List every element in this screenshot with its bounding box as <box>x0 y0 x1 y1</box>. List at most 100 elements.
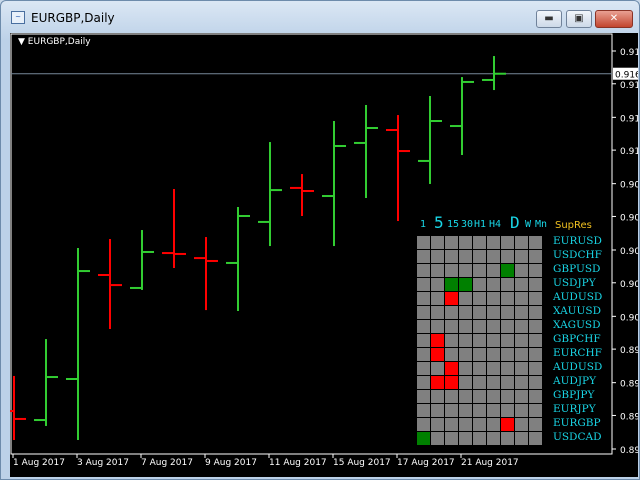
timeframe-header-d: D <box>510 213 520 232</box>
dropdown-triangle-icon: ▼ <box>18 37 28 47</box>
signal-cell <box>417 264 430 277</box>
signal-cell <box>431 278 444 291</box>
signal-cell <box>515 376 528 389</box>
signal-cell <box>515 334 528 347</box>
signal-cell <box>459 404 472 417</box>
signal-cell <box>487 320 500 333</box>
signal-cell <box>515 362 528 375</box>
ohlc-bar <box>418 95 442 184</box>
signal-cell <box>515 292 528 305</box>
timeframe-header-5: 5 <box>434 213 444 232</box>
signal-cell <box>501 306 514 319</box>
signal-cell <box>459 390 472 403</box>
signal-cell <box>529 306 542 319</box>
pair-label: XAUUSD <box>553 305 601 317</box>
signal-cell <box>417 348 430 361</box>
ohlc-bar <box>226 206 250 311</box>
signal-cell <box>529 376 542 389</box>
signal-cell <box>459 236 472 249</box>
signal-cell <box>473 292 486 305</box>
date-label: 9 Aug 2017 <box>205 458 257 468</box>
signal-cell <box>445 250 458 263</box>
signal-cell <box>529 390 542 403</box>
timeframe-header-15: 15 <box>447 219 460 230</box>
pair-label: EURUSD <box>553 235 602 247</box>
signal-cell <box>529 250 542 263</box>
pair-label: USDJPY <box>553 277 596 289</box>
signal-cell <box>473 264 486 277</box>
signal-cell <box>529 264 542 277</box>
signal-cell <box>487 334 500 347</box>
signal-cell <box>501 390 514 403</box>
pair-label: GBPJPY <box>553 389 595 401</box>
signal-cell <box>515 236 528 249</box>
price-tick-label: 0.90025 <box>620 313 638 323</box>
signal-cell <box>487 236 500 249</box>
chart-window-icon: ~ <box>11 11 25 24</box>
signal-cell <box>431 362 444 375</box>
signal-cell <box>473 432 486 445</box>
signal-cell <box>501 292 514 305</box>
signal-cell <box>431 390 444 403</box>
signal-cell <box>515 278 528 291</box>
price-tick-label: 0.89810 <box>620 346 638 356</box>
price-chart[interactable]: 0.91765 0.91550 0.91330 0.91115 0.90895 0.906… <box>10 33 638 477</box>
price-tick-label: 0.90895 <box>620 181 638 191</box>
price-tick-label: 0.91765 <box>620 48 638 58</box>
price-tick-label: 0.89155 <box>620 446 638 456</box>
signal-cell <box>487 306 500 319</box>
ohlc-bar <box>162 189 186 268</box>
pair-label: GBPCHF <box>553 333 601 345</box>
date-label: 3 Aug 2017 <box>77 458 129 468</box>
close-button[interactable]: ✕ <box>595 10 633 28</box>
signal-cell <box>431 264 444 277</box>
signal-cell <box>417 376 430 389</box>
chart-symbol-label[interactable]: ▼ EURGBP,Daily <box>18 37 91 47</box>
signal-cell <box>501 264 514 277</box>
signal-cell <box>487 404 500 417</box>
signal-cell <box>501 376 514 389</box>
date-label: 21 Aug 2017 <box>461 458 519 468</box>
date-label: 15 Aug 2017 <box>333 458 391 468</box>
ohlc-bar <box>354 104 378 199</box>
signal-cell <box>445 320 458 333</box>
signal-cell <box>459 432 472 445</box>
signal-cell <box>529 404 542 417</box>
signal-cell <box>515 250 528 263</box>
signal-cell <box>431 418 444 431</box>
signal-cell <box>515 306 528 319</box>
signal-cell <box>417 362 430 375</box>
signal-cell <box>431 376 444 389</box>
signal-cell <box>487 432 500 445</box>
minimize-button[interactable]: ▬ <box>536 10 562 28</box>
signal-cell <box>445 334 458 347</box>
signal-cell <box>431 292 444 305</box>
timeframe-header-h1: H1 <box>474 219 487 230</box>
signal-cell <box>459 306 472 319</box>
ohlc-bar <box>34 339 58 426</box>
signal-cell <box>445 376 458 389</box>
pair-label: USDCAD <box>553 431 602 443</box>
signal-cell <box>459 292 472 305</box>
signal-cell <box>515 264 528 277</box>
signal-cell <box>487 362 500 375</box>
signal-cell <box>529 432 542 445</box>
timeframe-header-mn: Mn <box>535 219 548 230</box>
signal-cell <box>459 320 472 333</box>
signal-cell <box>459 278 472 291</box>
signal-cell <box>529 348 542 361</box>
signal-cell <box>417 432 430 445</box>
signal-cell <box>417 306 430 319</box>
title-bar[interactable]: ~ EURGBP,Daily ▬ ▣ ✕ <box>1 1 640 33</box>
ohlc-bar <box>450 77 474 155</box>
window-title: EURGBP,Daily <box>31 11 115 25</box>
signal-cell <box>431 432 444 445</box>
timeframe-header-1: 1 <box>420 219 427 230</box>
signal-cell <box>459 264 472 277</box>
maximize-button[interactable]: ▣ <box>566 10 592 28</box>
signal-cell <box>417 418 430 431</box>
symbol-text: EURGBP,Daily <box>27 37 91 47</box>
signal-cell <box>445 236 458 249</box>
signal-cell <box>501 250 514 263</box>
price-tick-label: 0.90460 <box>620 247 638 257</box>
